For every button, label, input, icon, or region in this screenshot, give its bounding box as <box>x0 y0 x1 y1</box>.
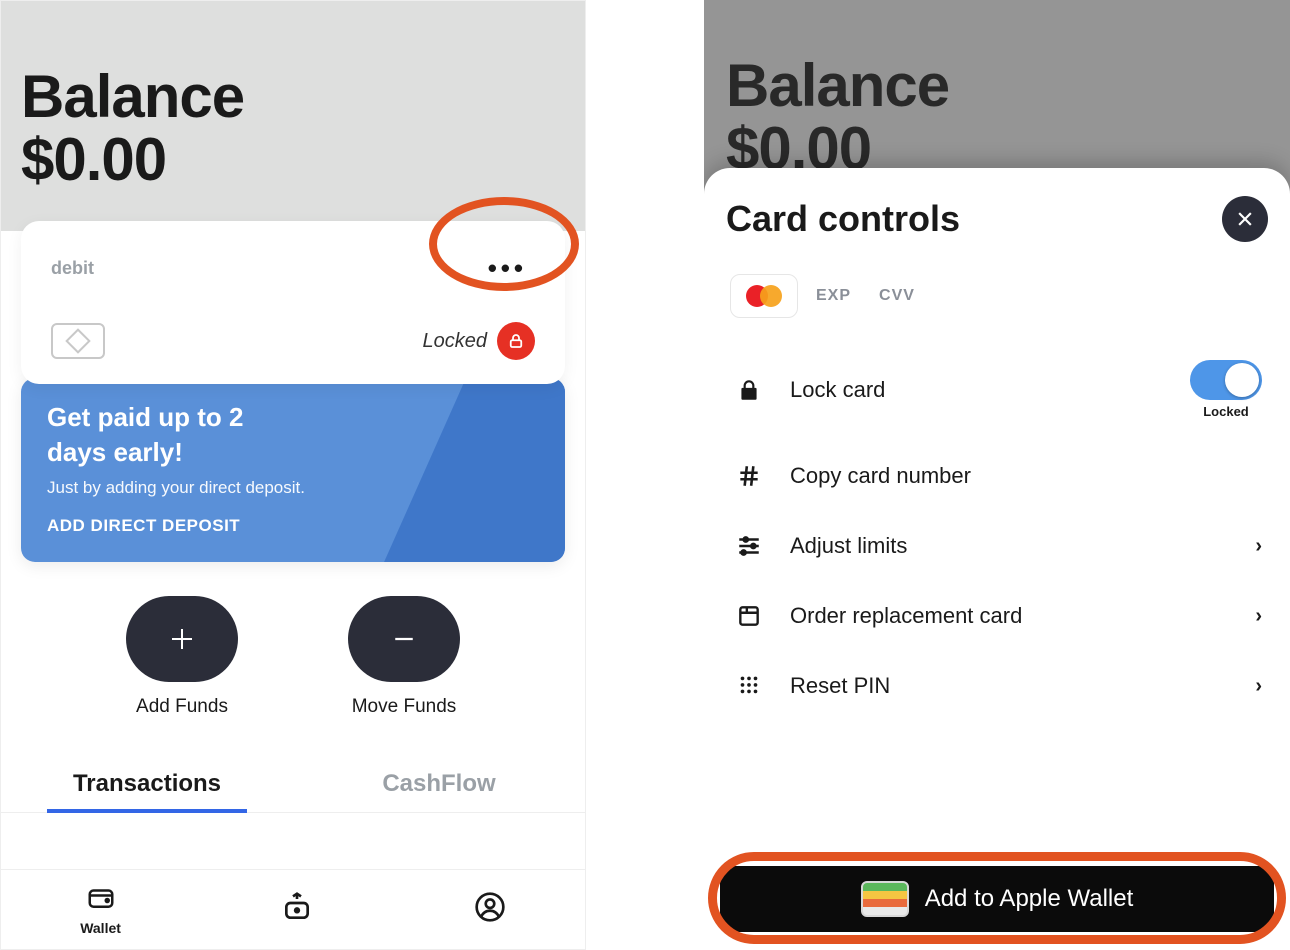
chevron-right-icon: › <box>1255 535 1262 558</box>
tab-cashflow[interactable]: CashFlow <box>293 756 585 812</box>
lock-toggle[interactable] <box>1190 360 1262 400</box>
hash-icon <box>732 463 766 489</box>
debit-card: debit ••• Locked <box>21 221 565 384</box>
add-funds-button[interactable]: Add Funds <box>126 596 238 718</box>
exp-label: EXP <box>816 287 851 305</box>
lock-icon <box>732 377 766 403</box>
package-icon <box>732 603 766 629</box>
copy-card-number-row[interactable]: Copy card number <box>726 441 1268 511</box>
card-chip-icon <box>51 323 105 359</box>
lock-icon <box>497 322 535 360</box>
card-controls-screen: Balance $0.00 Card controls EXP CVV <box>704 0 1290 950</box>
balance-amount: $0.00 <box>21 128 565 191</box>
card-more-button[interactable]: ••• <box>480 249 535 288</box>
add-to-apple-wallet-button[interactable]: Add to Apple Wallet <box>720 866 1274 932</box>
person-icon <box>474 891 506 928</box>
card-controls-sheet: Card controls EXP CVV Lock card <box>704 168 1290 950</box>
card-locked-status: Locked <box>423 322 536 360</box>
move-funds-button[interactable]: Move Funds <box>348 596 460 718</box>
add-funds-label: Add Funds <box>136 696 228 718</box>
reset-pin-row[interactable]: Reset PIN › <box>726 651 1268 721</box>
promo-subtitle: Just by adding your direct deposit. <box>47 478 539 498</box>
tab-transactions[interactable]: Transactions <box>1 756 293 812</box>
minus-icon <box>348 596 460 682</box>
plus-icon <box>126 596 238 682</box>
locked-text: Locked <box>423 330 488 353</box>
card-type-label: debit <box>51 258 94 279</box>
balance-label: Balance <box>21 65 565 128</box>
reset-pin-label: Reset PIN <box>790 673 1231 699</box>
nav-transfer[interactable] <box>279 891 315 928</box>
adjust-limits-label: Adjust limits <box>790 533 1231 559</box>
order-replacement-row[interactable]: Order replacement card › <box>726 581 1268 651</box>
wallet-icon <box>83 883 119 918</box>
mastercard-icon <box>730 274 798 318</box>
close-button[interactable] <box>1222 196 1268 242</box>
apple-wallet-label: Add to Apple Wallet <box>925 885 1134 913</box>
chevron-right-icon: › <box>1255 675 1262 698</box>
keypad-icon <box>732 673 766 699</box>
copy-card-label: Copy card number <box>790 463 1262 489</box>
sliders-icon <box>732 533 766 559</box>
card-summary: EXP CVV <box>726 264 1268 324</box>
lock-card-label: Lock card <box>790 377 1166 403</box>
nav-wallet-label: Wallet <box>80 920 121 936</box>
lock-toggle-status: Locked <box>1203 404 1249 419</box>
promo-cta[interactable]: ADD DIRECT DEPOSIT <box>47 516 539 536</box>
lock-toggle-wrap: Locked <box>1190 360 1262 419</box>
order-replacement-label: Order replacement card <box>790 603 1231 629</box>
fund-actions: Add Funds Move Funds <box>71 596 515 718</box>
direct-deposit-promo[interactable]: Get paid up to 2 days early! Just by add… <box>21 378 565 562</box>
lock-card-row[interactable]: Lock card Locked <box>726 338 1268 441</box>
chevron-right-icon: › <box>1255 605 1262 628</box>
move-funds-label: Move Funds <box>352 696 457 718</box>
close-icon <box>1235 209 1255 229</box>
activity-tabs: Transactions CashFlow <box>1 756 585 813</box>
debit-card-area: debit ••• Locked Get paid up to 2 days e… <box>21 221 565 562</box>
apple-wallet-icon <box>861 881 909 917</box>
balance-hero: Balance $0.00 <box>1 1 585 231</box>
nav-wallet[interactable]: Wallet <box>80 883 121 936</box>
cvv-label: CVV <box>879 287 915 305</box>
controls-list: Lock card Locked Copy card number Adjust… <box>726 338 1268 721</box>
wallet-screen: Balance $0.00 debit ••• Locked Get <box>0 0 586 950</box>
adjust-limits-row[interactable]: Adjust limits › <box>726 511 1268 581</box>
bottom-nav: Wallet <box>1 869 585 949</box>
transfer-icon <box>279 891 315 928</box>
promo-title: Get paid up to 2 days early! <box>47 400 307 470</box>
sheet-title: Card controls <box>726 198 960 240</box>
nav-profile[interactable] <box>474 891 506 928</box>
